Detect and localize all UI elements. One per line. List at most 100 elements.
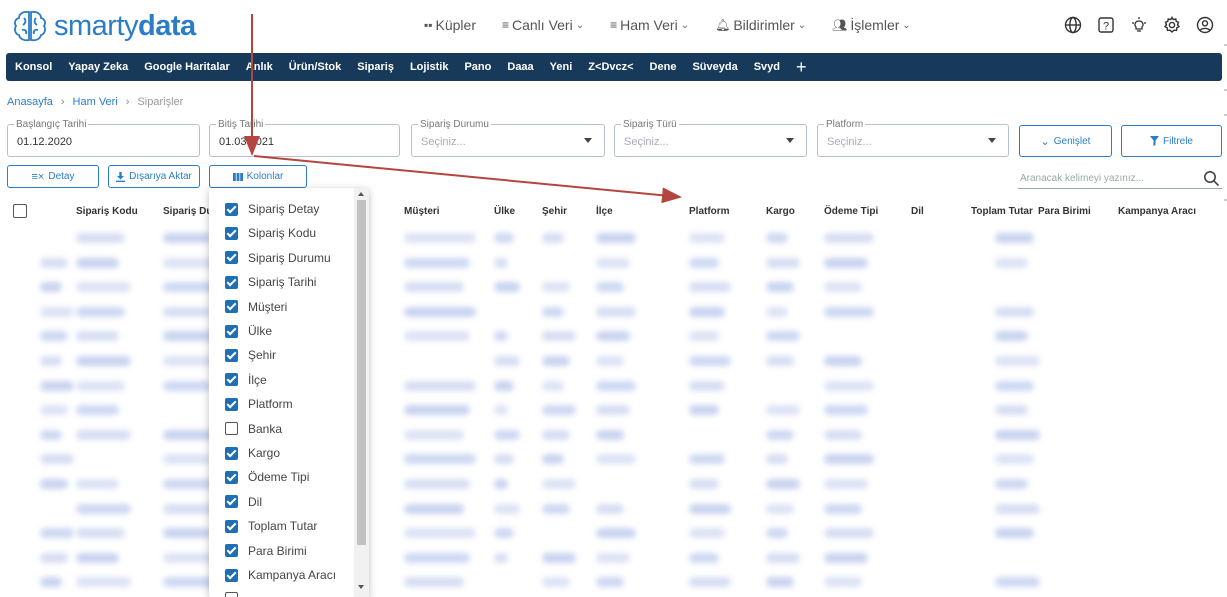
menu-item-konsol[interactable]: Konsol bbox=[15, 61, 52, 73]
table-row[interactable] bbox=[0, 324, 1227, 348]
column-header[interactable]: Şehir bbox=[542, 206, 567, 217]
table-row[interactable] bbox=[0, 300, 1227, 324]
nav-kupler[interactable]: ▪▪ Küpler bbox=[424, 17, 476, 33]
menu-item-suveyda[interactable]: Süveyda bbox=[692, 61, 737, 73]
checkbox-checked-icon[interactable] bbox=[225, 446, 238, 460]
column-option[interactable]: Dil bbox=[225, 495, 262, 509]
order-type-select[interactable]: Sipariş Türü Seçiniz... bbox=[614, 119, 807, 157]
column-header[interactable]: İlçe bbox=[596, 206, 613, 217]
checkbox-checked-icon[interactable] bbox=[225, 397, 238, 411]
checkbox-checked-icon[interactable] bbox=[225, 348, 238, 362]
table-row[interactable] bbox=[0, 398, 1227, 422]
globe-icon[interactable] bbox=[1063, 15, 1083, 35]
column-option-peek[interactable] bbox=[225, 592, 238, 597]
checkbox-checked-icon[interactable] bbox=[225, 568, 238, 582]
column-header[interactable]: Ödeme Tipi bbox=[824, 206, 878, 217]
checkbox-checked-icon[interactable] bbox=[225, 324, 238, 338]
table-row[interactable] bbox=[0, 570, 1227, 594]
nav-bildirimler[interactable]: 🔔︎ Bildirimler ⌄ bbox=[715, 17, 806, 33]
help-icon[interactable]: ? bbox=[1096, 15, 1116, 35]
column-option[interactable]: Sipariş Durumu bbox=[225, 251, 331, 265]
column-header[interactable]: Kargo bbox=[766, 206, 795, 217]
column-header[interactable]: Dil bbox=[911, 206, 924, 217]
column-option[interactable]: Banka bbox=[225, 422, 282, 436]
expand-button[interactable]: ⌄ Genişlet bbox=[1019, 125, 1112, 157]
column-option[interactable]: Ülke bbox=[225, 324, 272, 338]
menu-item-daaa[interactable]: Daaa bbox=[507, 61, 533, 73]
table-row[interactable] bbox=[0, 521, 1227, 545]
table-row[interactable] bbox=[0, 251, 1227, 275]
column-header[interactable]: Para Birimi bbox=[1038, 206, 1091, 217]
table-row[interactable] bbox=[0, 275, 1227, 299]
table-row[interactable] bbox=[0, 497, 1227, 521]
table-row[interactable] bbox=[0, 472, 1227, 496]
checkbox-checked-icon[interactable] bbox=[225, 275, 238, 289]
menu-item-pano[interactable]: Pano bbox=[464, 61, 491, 73]
menu-item-dene[interactable]: Dene bbox=[650, 61, 677, 73]
column-option[interactable]: Sipariş Tarihi bbox=[225, 275, 316, 289]
checkbox-checked-icon[interactable] bbox=[225, 544, 238, 558]
column-option[interactable]: Kargo bbox=[225, 446, 280, 460]
column-option[interactable]: Müşteri bbox=[225, 300, 287, 314]
table-row[interactable] bbox=[0, 546, 1227, 570]
menu-item-urun-stok[interactable]: Ürün/Stok bbox=[289, 61, 342, 73]
column-option[interactable]: Şehir bbox=[225, 348, 276, 362]
column-option[interactable]: İlçe bbox=[225, 373, 267, 387]
column-option[interactable]: Kampanya Aracı bbox=[225, 568, 336, 582]
checkbox-checked-icon[interactable] bbox=[225, 495, 238, 509]
menu-item-yapay-zeka[interactable]: Yapay Zeka bbox=[68, 61, 128, 73]
column-header[interactable]: Toplam Tutar bbox=[971, 206, 1033, 217]
logo[interactable]: smartydata bbox=[12, 8, 196, 44]
menu-item-siparis[interactable]: Sipariş bbox=[357, 61, 394, 73]
column-option[interactable]: Toplam Tutar bbox=[225, 519, 317, 533]
nav-ham-veri[interactable]: ≡ Ham Veri ⌄ bbox=[610, 17, 689, 33]
column-header[interactable]: Platform bbox=[689, 206, 730, 217]
menu-item-zdvcz[interactable]: Z<Dvcz< bbox=[588, 61, 633, 73]
menu-item-google-haritalar[interactable]: Google Haritalar bbox=[144, 61, 230, 73]
column-header[interactable]: Müşteri bbox=[404, 206, 440, 217]
export-button[interactable]: Dışarıya Aktar bbox=[108, 165, 200, 188]
start-date-field[interactable]: Başlangıç Tarihi 01.12.2020 bbox=[7, 119, 200, 157]
column-option[interactable]: Platform bbox=[225, 397, 293, 411]
column-header[interactable]: Sipariş Du bbox=[163, 206, 212, 217]
user-icon[interactable] bbox=[1195, 15, 1215, 35]
column-option[interactable]: Sipariş Kodu bbox=[225, 226, 316, 240]
menu-item-yeni[interactable]: Yeni bbox=[550, 61, 573, 73]
breadcrumb-home[interactable]: Anasayfa bbox=[7, 96, 53, 108]
bulb-icon[interactable] bbox=[1129, 15, 1149, 35]
checkbox-checked-icon[interactable] bbox=[225, 519, 238, 533]
checkbox-unchecked-icon[interactable] bbox=[225, 422, 238, 436]
filter-button[interactable]: Filtrele bbox=[1121, 125, 1222, 157]
dropdown-scroll-thumb[interactable] bbox=[357, 200, 366, 545]
table-row[interactable] bbox=[0, 423, 1227, 447]
table-row[interactable] bbox=[0, 374, 1227, 398]
checkbox-checked-icon[interactable] bbox=[225, 251, 238, 265]
menu-item-svyd[interactable]: Svyd bbox=[754, 61, 780, 73]
checkbox-unchecked-icon[interactable] bbox=[225, 592, 238, 597]
scroll-down-icon[interactable] bbox=[358, 585, 364, 589]
add-menu-icon[interactable]: + bbox=[796, 58, 807, 76]
nav-islemler[interactable]: 👥︎ İşlemler ⌄ bbox=[832, 17, 911, 33]
checkbox-checked-icon[interactable] bbox=[225, 373, 238, 387]
end-date-field[interactable]: Bitiş Tarihi 01.03.2021 bbox=[209, 119, 400, 157]
menu-item-lojistik[interactable]: Lojistik bbox=[410, 61, 449, 73]
column-header[interactable]: Kampanya Aracı bbox=[1118, 206, 1196, 217]
checkbox-checked-icon[interactable] bbox=[225, 226, 238, 240]
table-row[interactable] bbox=[0, 447, 1227, 471]
gear-icon[interactable] bbox=[1162, 15, 1182, 35]
column-option[interactable]: Sipariş Detay bbox=[225, 202, 319, 216]
select-all-checkbox[interactable] bbox=[13, 204, 27, 218]
detail-button[interactable]: ≡× Detay bbox=[7, 165, 99, 188]
checkbox-checked-icon[interactable] bbox=[225, 300, 238, 314]
column-option[interactable]: Para Birimi bbox=[225, 544, 307, 558]
table-search[interactable]: Aranacak kelimeyi yazınız... bbox=[1018, 171, 1222, 189]
menu-item-anlik[interactable]: Anlık bbox=[246, 61, 273, 73]
columns-button[interactable]: Kolonlar bbox=[209, 165, 307, 188]
column-header[interactable]: Ülke bbox=[494, 206, 515, 217]
platform-select[interactable]: Platform Seçiniz... bbox=[817, 119, 1009, 157]
checkbox-checked-icon[interactable] bbox=[225, 470, 238, 484]
breadcrumb-section[interactable]: Ham Veri bbox=[73, 96, 118, 108]
column-option[interactable]: Ödeme Tipi bbox=[225, 470, 309, 484]
column-header[interactable]: Sipariş Kodu bbox=[76, 206, 138, 217]
scroll-up-icon[interactable] bbox=[358, 192, 364, 196]
